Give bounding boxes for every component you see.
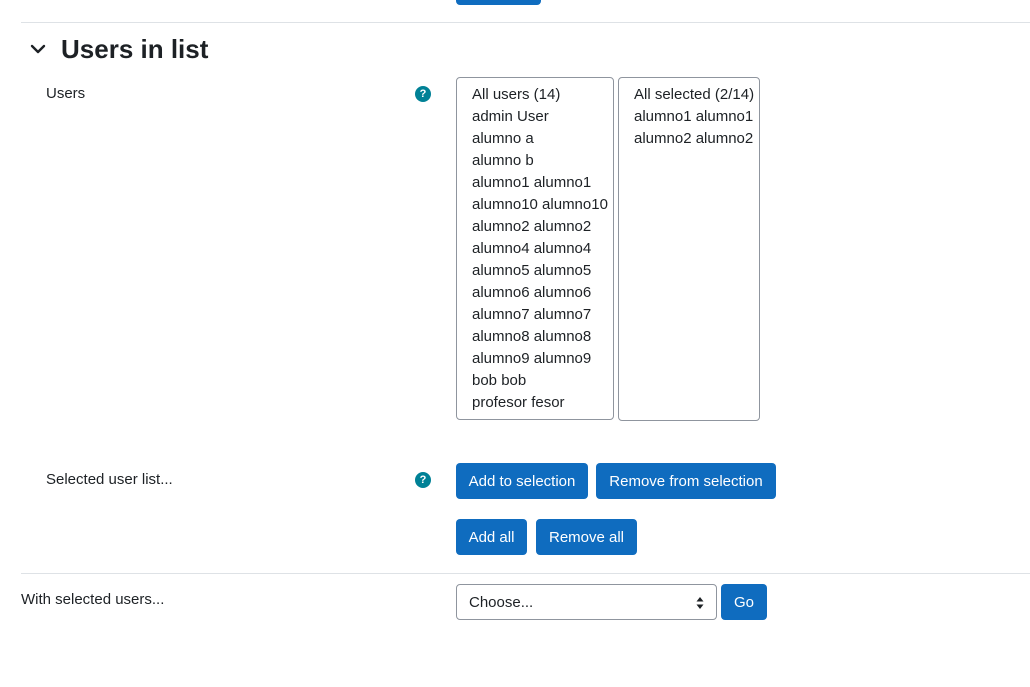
- divider-top: [21, 22, 1030, 23]
- user-option[interactable]: bob bob: [457, 370, 613, 392]
- users-label: Users: [46, 85, 86, 102]
- user-option[interactable]: alumno9 alumno9: [457, 348, 613, 370]
- page: Users in list Users ? All users (14) adm…: [0, 0, 1030, 687]
- question-icon[interactable]: ?: [415, 86, 431, 102]
- selected-user-list-label: Selected user list...: [46, 471, 173, 488]
- bulk-action-select[interactable]: Choose...: [456, 584, 717, 620]
- user-option[interactable]: alumno10 alumno10: [457, 194, 613, 216]
- user-option[interactable]: admin User: [457, 106, 613, 128]
- chevron-down-icon[interactable]: [26, 37, 50, 61]
- user-option[interactable]: alumno a: [457, 128, 613, 150]
- divider-bottom: [21, 573, 1030, 574]
- partial-button-top[interactable]: [456, 0, 541, 5]
- user-option[interactable]: alumno8 alumno8: [457, 326, 613, 348]
- with-selected-users-label: With selected users...: [21, 591, 165, 608]
- go-button[interactable]: Go: [721, 584, 767, 620]
- section-header: Users in list: [26, 30, 208, 68]
- user-option[interactable]: alumno7 alumno7: [457, 304, 613, 326]
- bulk-action-select-value: Choose...: [469, 593, 534, 611]
- remove-from-selection-button[interactable]: Remove from selection: [596, 463, 776, 499]
- user-option[interactable]: alumno b: [457, 150, 613, 172]
- select-arrows-icon: [696, 597, 704, 609]
- user-option[interactable]: alumno2 alumno2: [457, 216, 613, 238]
- user-option[interactable]: alumno5 alumno5: [457, 260, 613, 282]
- section-title: Users in list: [61, 34, 209, 64]
- user-option[interactable]: profesor fesor: [457, 392, 613, 414]
- all-users-listbox[interactable]: All users (14) admin User alumno a alumno …: [456, 77, 614, 420]
- all-users-header[interactable]: All users (14): [457, 84, 613, 106]
- user-option[interactable]: alumno1 alumno1: [619, 106, 759, 128]
- question-icon[interactable]: ?: [415, 472, 431, 488]
- user-option[interactable]: alumno4 alumno4: [457, 238, 613, 260]
- user-option[interactable]: alumno6 alumno6: [457, 282, 613, 304]
- remove-all-button[interactable]: Remove all: [536, 519, 637, 555]
- user-option[interactable]: alumno1 alumno1: [457, 172, 613, 194]
- add-to-selection-button[interactable]: Add to selection: [456, 463, 588, 499]
- add-all-button[interactable]: Add all: [456, 519, 527, 555]
- selected-users-listbox[interactable]: All selected (2/14) alumno1 alumno1 alumn…: [618, 77, 760, 421]
- selected-users-header[interactable]: All selected (2/14): [619, 84, 759, 106]
- user-option[interactable]: alumno2 alumno2: [619, 128, 759, 150]
